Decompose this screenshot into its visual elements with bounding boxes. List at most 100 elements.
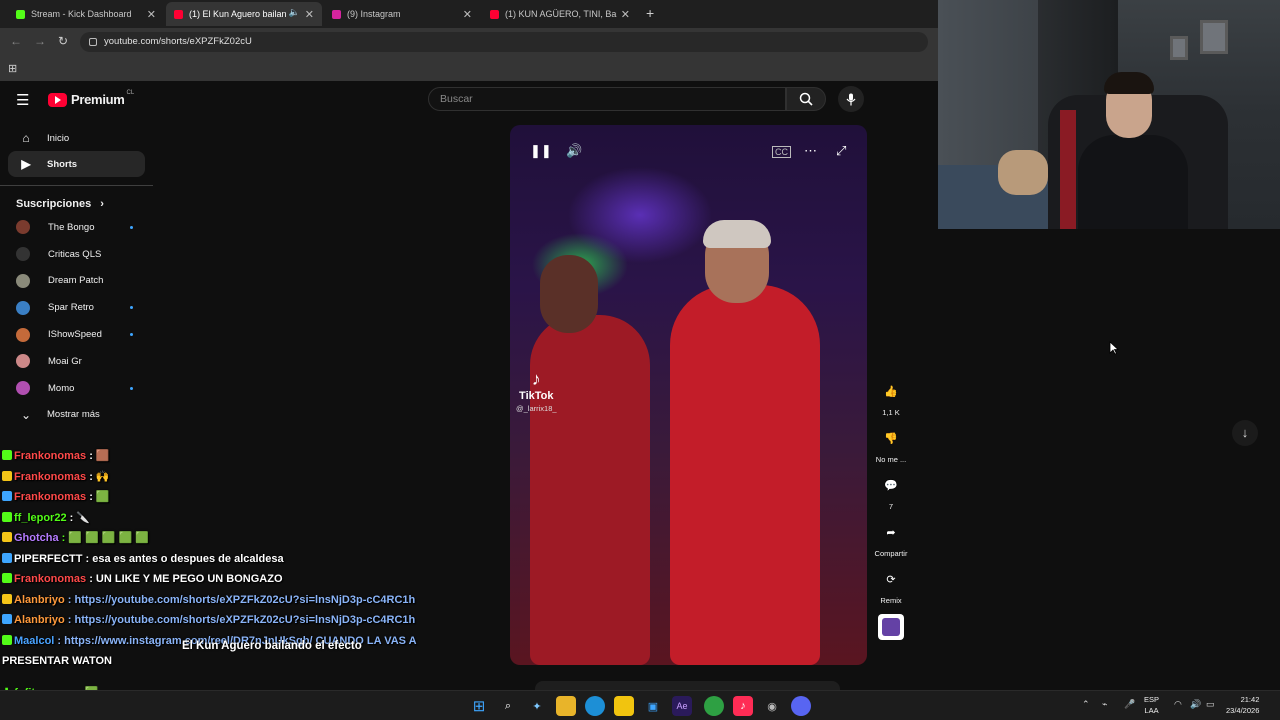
subscription-item[interactable]: Criticas QLS — [8, 241, 145, 268]
chat-username: PIPERFECTT — [14, 552, 83, 565]
browser-tab-active[interactable]: (1) El Kun Aguero bailando 🔈 ✕ — [166, 2, 322, 26]
chat-message: Frankonomas : 🙌 — [2, 467, 442, 488]
network-icon[interactable]: ⌁ — [1102, 699, 1107, 710]
kick-favicon-icon — [16, 9, 25, 19]
subscription-item[interactable]: Momo — [8, 375, 145, 402]
chat-badge-icon — [2, 634, 12, 645]
captions-icon[interactable]: CC — [772, 146, 791, 158]
close-tab-icon[interactable]: ✕ — [305, 8, 314, 21]
channel-avatar[interactable] — [878, 614, 904, 640]
subscription-item[interactable]: Moai Gr — [8, 348, 145, 375]
chat-username: Frankonomas — [14, 491, 87, 503]
search-icon — [799, 92, 813, 106]
after-effects-icon[interactable]: Ae — [672, 696, 692, 716]
site-info-icon[interactable] — [89, 38, 97, 46]
chrome-icon[interactable] — [704, 696, 724, 716]
input-language[interactable]: ESP LAA — [1144, 694, 1159, 716]
copilot-icon[interactable]: ✦ — [527, 696, 547, 716]
next-short-button[interactable]: ↓ — [1232, 420, 1258, 446]
browser-tab[interactable]: (9) Instagram ✕ — [324, 2, 480, 26]
close-tab-icon[interactable]: ✕ — [621, 8, 630, 21]
store-icon[interactable] — [614, 696, 634, 716]
dislike-button[interactable]: 👎 No me ... — [870, 426, 912, 465]
search-button[interactable] — [786, 87, 826, 111]
battery-icon[interactable]: ▭ — [1206, 699, 1215, 710]
chat-text: : 🟫 — [86, 450, 110, 462]
chat-app-icon[interactable]: ◉ — [762, 696, 782, 716]
chat-username: Frankonomas — [14, 470, 87, 483]
hamburger-menu-icon[interactable]: ☰ — [16, 91, 29, 109]
subscription-name: Spar Retro — [48, 302, 94, 314]
lang-top: ESP — [1144, 695, 1160, 704]
subscription-item[interactable]: The Bongo — [8, 214, 145, 241]
pause-icon[interactable]: ❚❚ — [530, 143, 552, 159]
twitch-logo-icon — [882, 618, 900, 636]
bookmarks-bar: ⊞ — [0, 56, 938, 81]
show-hidden-icons-icon[interactable]: ⌃ — [1082, 699, 1090, 710]
chat-message: Alanbriyo : https://youtube.com/shorts/e… — [2, 590, 442, 611]
close-tab-icon[interactable]: ✕ — [463, 8, 472, 21]
webcam-streamer-hair — [1104, 72, 1154, 94]
show-more-label: Mostrar más — [47, 409, 100, 421]
new-content-indicator — [130, 386, 133, 390]
chat-text: : 🟩 🟩 🟩 🟩 🟩 — [58, 532, 150, 544]
start-menu-icon[interactable]: ⊞ — [469, 696, 489, 716]
webcam-overlay — [938, 0, 1280, 229]
discord-icon[interactable] — [791, 696, 811, 716]
logo-region: CL — [126, 89, 135, 96]
new-tab-icon[interactable]: + — [646, 5, 654, 21]
apps-grid-icon[interactable]: ⊞ — [8, 62, 17, 75]
volume-icon[interactable]: 🔊 — [1190, 699, 1201, 710]
show-more-button[interactable]: ⌄ Mostrar más — [8, 402, 145, 428]
share-button[interactable]: ➦ Compartir — [870, 520, 912, 559]
browser-tab[interactable]: Stream - Kick Dashboard ✕ — [8, 2, 164, 26]
stream-chat-overlay: Frankonomas : 🟫 Frankonomas : 🙌 Frankonoma… — [2, 446, 442, 672]
browser-tab[interactable]: (1) KUN AGÜERO, TINI, Bailando ✕ — [482, 2, 638, 26]
wifi-icon[interactable]: ◠ — [1174, 699, 1182, 710]
search-icon[interactable]: ⌕ — [498, 696, 518, 716]
remix-label: Remix — [880, 596, 902, 605]
app-icon[interactable]: ▣ — [643, 696, 663, 716]
youtube-play-icon — [48, 92, 67, 107]
speaker-icon[interactable]: 🔈 — [289, 7, 300, 18]
more-options-icon[interactable]: ⋯ — [804, 143, 817, 159]
system-clock[interactable]: 21:42 23/4/2026 — [1226, 694, 1259, 716]
voice-search-button[interactable] — [838, 86, 864, 112]
chat-message: Ghotcha : 🟩 🟩 🟩 🟩 🟩 — [2, 528, 442, 549]
clock-date: 23/4/2026 — [1226, 706, 1260, 715]
sidebar-item-inicio[interactable]: ⌂ Inicio — [8, 125, 145, 151]
webcam-pillow — [998, 150, 1048, 195]
youtube-logo[interactable]: Premium CL — [48, 89, 135, 107]
search-input[interactable]: Buscar — [428, 87, 786, 111]
reload-icon[interactable]: ↻ — [58, 34, 68, 48]
watermark-text: TikTok — [519, 390, 554, 402]
chat-message: PIPERFECTT : esa es antes o despues de a… — [2, 549, 442, 570]
subscription-item[interactable]: IShowSpeed — [8, 321, 145, 348]
volume-icon[interactable]: 🔊 — [566, 143, 582, 159]
comments-button[interactable]: 💬 7 — [870, 473, 912, 512]
chat-message-continuation: PRESENTAR WATON — [2, 655, 113, 667]
back-icon[interactable]: ← — [10, 34, 22, 48]
webcam-streamer-body — [1078, 135, 1188, 229]
channel-avatar — [16, 327, 30, 342]
edge-browser-icon[interactable] — [585, 696, 605, 716]
url-field[interactable]: youtube.com/shorts/eXPZFkZ02cU — [80, 32, 928, 52]
sidebar-item-shorts[interactable]: ▶ Shorts — [8, 151, 145, 177]
tab-title: (9) Instagram — [347, 9, 401, 19]
shorts-icon: ▶ — [21, 157, 31, 171]
file-explorer-icon[interactable] — [556, 696, 576, 716]
next-short-preview[interactable] — [535, 681, 840, 690]
subscriptions-heading[interactable]: Suscripciones › — [0, 194, 153, 214]
short-video-player[interactable]: ❚❚ 🔊 CC ⋯ ⤢ ♪ TikTok @_larrix18_ — [510, 125, 867, 665]
forward-icon[interactable]: → — [34, 34, 46, 48]
chat-username: Frankonomas — [14, 573, 87, 585]
remix-button[interactable]: ⟳ Remix — [870, 567, 912, 606]
microphone-icon[interactable]: 🎤 — [1124, 699, 1135, 710]
chat-badge-icon — [2, 614, 12, 624]
subscription-item[interactable]: Spar Retro — [8, 294, 145, 321]
like-button[interactable]: 👍 1,1 K — [870, 379, 912, 418]
close-tab-icon[interactable]: ✕ — [147, 8, 156, 21]
subscription-item[interactable]: Dream Patch — [8, 268, 145, 295]
tiktok-app-icon[interactable]: ♪ — [733, 696, 753, 716]
fullscreen-icon[interactable]: ⤢ — [836, 143, 846, 159]
